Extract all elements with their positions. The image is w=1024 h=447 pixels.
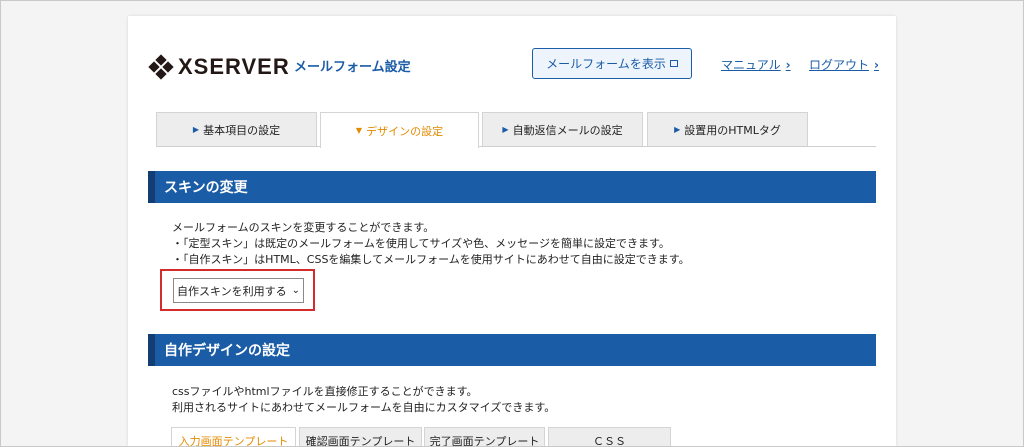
chevron-right-icon: › — [785, 57, 791, 72]
show-form-label: メールフォームを表示 — [546, 57, 666, 71]
external-window-icon — [669, 60, 678, 67]
main-panel: XSERVER メールフォーム設定 メールフォームを表示 マニュアル › ログア… — [128, 16, 896, 447]
manual-label: マニュアル — [721, 58, 781, 72]
subtab-label: 完了画面テンプレート — [429, 434, 540, 447]
tab-basic-settings[interactable]: ▶ 基本項目の設定 — [156, 112, 317, 146]
settings-tabs: ▶ 基本項目の設定 ▼ デザインの設定 ▶ 自動返信メールの設定 ▶ 設置用のH… — [156, 112, 876, 148]
description-line: cssファイルやhtmlファイルを直接修正することができます。 — [172, 385, 478, 398]
subtab-label: ＣＳＳ — [593, 434, 626, 447]
show-form-button[interactable]: メールフォームを表示 — [532, 48, 692, 79]
tab-label: 自動返信メールの設定 — [512, 123, 623, 137]
skin-description: メールフォームのスキンを変更することができます。 ・「定型スキン」は既定のメール… — [172, 220, 690, 268]
tab-label: 設置用のHTMLタグ — [684, 123, 781, 137]
skin-select[interactable]: 自作スキンを利用する ⌄ — [173, 278, 304, 303]
description-line: ・「定型スキン」は既定のメールフォームを使用してサイズや色、メッセージを簡単に設… — [172, 237, 670, 250]
skin-select-highlight: 自作スキンを利用する ⌄ — [160, 269, 315, 311]
chevron-right-icon: › — [874, 57, 879, 72]
triangle-right-icon: ▶ — [502, 125, 509, 134]
tab-input-template[interactable]: 入力画面テンプレート — [171, 427, 296, 447]
logout-link[interactable]: ログアウト › — [809, 56, 879, 73]
triangle-down-icon: ▼ — [355, 126, 363, 135]
tab-auto-reply-settings[interactable]: ▶ 自動返信メールの設定 — [482, 112, 643, 146]
subtab-label: 入力画面テンプレート — [178, 434, 289, 447]
skin-section-header: スキンの変更 — [148, 171, 876, 203]
xserver-logo[interactable]: XSERVER — [148, 54, 290, 80]
logout-label: ログアウト — [809, 58, 870, 72]
xserver-diamond-icon — [148, 54, 174, 80]
description-line: 利用されるサイトにあわせてメールフォームを自由にカスタマイズできます。 — [172, 401, 556, 414]
triangle-right-icon: ▶ — [674, 125, 681, 134]
tab-html-tag[interactable]: ▶ 設置用のHTMLタグ — [647, 112, 808, 146]
tab-confirm-template[interactable]: 確認画面テンプレート — [299, 427, 422, 447]
chevron-down-icon: ⌄ — [291, 285, 301, 296]
tab-label: 基本項目の設定 — [203, 123, 281, 137]
page-title: メールフォーム設定 — [294, 60, 411, 75]
tab-label: デザインの設定 — [366, 124, 444, 138]
description-line: メールフォームのスキンを変更することができます。 — [172, 221, 435, 234]
tab-css[interactable]: ＣＳＳ — [548, 427, 671, 447]
skin-select-value: 自作スキンを利用する — [177, 284, 287, 298]
tab-design-settings[interactable]: ▼ デザインの設定 — [320, 112, 479, 148]
manual-link[interactable]: マニュアル › — [721, 56, 791, 73]
custom-design-section-header: 自作デザインの設定 — [148, 334, 876, 366]
description-line: ・「自作スキン」はHTML、CSSを編集してメールフォームを使用サイトにあわせて… — [172, 253, 690, 266]
subtab-label: 確認画面テンプレート — [305, 434, 416, 447]
custom-design-description: cssファイルやhtmlファイルを直接修正することができます。 利用されるサイト… — [172, 384, 555, 416]
triangle-right-icon: ▶ — [192, 125, 200, 134]
logo-text: XSERVER — [178, 54, 290, 79]
tab-complete-template[interactable]: 完了画面テンプレート — [424, 427, 545, 447]
